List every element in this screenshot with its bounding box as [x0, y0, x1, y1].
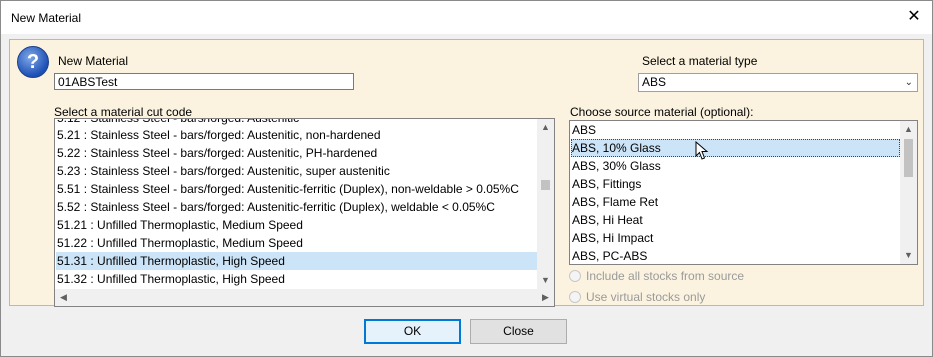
close-icon[interactable]: ✕	[902, 5, 926, 29]
material-name-input[interactable]: 01ABSTest	[54, 73, 354, 90]
mouse-cursor-icon	[695, 141, 709, 160]
cut-code-vertical-scrollbar[interactable]: ▲ ▼	[537, 119, 554, 289]
new-material-dialog: New Material ✕ ? New Material 01ABSTest …	[0, 0, 933, 357]
scroll-up-icon[interactable]: ▲	[900, 121, 917, 138]
include-all-radio[interactable]	[569, 270, 581, 282]
source-material-list[interactable]: ABS ABS, 10% Glass ABS, 30% Glass ABS, F…	[569, 120, 918, 265]
list-item[interactable]: 51.21 : Unfilled Thermoplastic, Medium S…	[56, 216, 537, 234]
chevron-down-icon: ⌄	[904, 77, 913, 88]
list-item[interactable]: ABS, Hi Impact	[571, 229, 900, 247]
list-item[interactable]: ABS	[571, 121, 900, 139]
scroll-down-icon[interactable]: ▼	[537, 272, 554, 289]
scroll-down-icon[interactable]: ▼	[900, 247, 917, 264]
ok-button[interactable]: OK	[364, 319, 461, 344]
list-item[interactable]: 5.51 : Stainless Steel - bars/forged: Au…	[56, 180, 537, 198]
new-material-label: New Material	[58, 54, 129, 68]
source-vertical-scrollbar[interactable]: ▲ ▼	[900, 121, 917, 264]
list-item[interactable]: 51.32 : Unfilled Thermoplastic, High Spe…	[56, 270, 537, 288]
close-button[interactable]: Close	[470, 319, 567, 344]
help-icon: ?	[17, 46, 49, 78]
cut-code-horizontal-scrollbar[interactable]: ◀ ▶	[55, 289, 554, 306]
list-item[interactable]: 5.22 : Stainless Steel - bars/forged: Au…	[56, 144, 537, 162]
list-item[interactable]: ABS, Fittings	[571, 175, 900, 193]
virtual-only-radio[interactable]	[569, 291, 581, 303]
list-item[interactable]: 5.52 : Stainless Steel - bars/forged: Au…	[56, 198, 537, 216]
cut-code-list[interactable]: 5.12 : Stainless Steel - bars/forged: Au…	[54, 118, 555, 307]
title-bar[interactable]: New Material ✕	[1, 1, 932, 34]
virtual-only-label: Use virtual stocks only	[586, 290, 706, 304]
list-item-selected[interactable]: ABS, 10% Glass	[571, 139, 900, 157]
content-panel: ? New Material 01ABSTest Select a materi…	[9, 39, 924, 307]
list-item[interactable]: ABS, Hi Heat	[571, 211, 900, 229]
list-item[interactable]: ABS, Flame Ret	[571, 193, 900, 211]
material-type-select[interactable]: ABS ⌄	[638, 73, 918, 92]
list-item[interactable]: 51.22 : Unfilled Thermoplastic, Medium S…	[56, 234, 537, 252]
window-title: New Material	[11, 11, 82, 25]
list-item-selected[interactable]: 51.31 : Unfilled Thermoplastic, High Spe…	[56, 252, 537, 270]
scroll-up-icon[interactable]: ▲	[537, 119, 554, 136]
scroll-thumb[interactable]	[904, 139, 913, 177]
list-item[interactable]: 5.21 : Stainless Steel - bars/forged: Au…	[56, 126, 537, 144]
scroll-left-icon[interactable]: ◀	[55, 289, 72, 306]
scroll-thumb[interactable]	[541, 180, 550, 190]
list-item[interactable]: ABS, 30% Glass	[571, 157, 900, 175]
cut-code-label: Select a material cut code	[54, 105, 193, 119]
material-type-label: Select a material type	[642, 54, 758, 68]
material-type-value: ABS	[642, 75, 667, 89]
list-item[interactable]: 5.23 : Stainless Steel - bars/forged: Au…	[56, 162, 537, 180]
list-item[interactable]: ABS, PC-ABS	[571, 247, 900, 264]
source-material-label: Choose source material (optional):	[570, 105, 754, 119]
include-all-label: Include all stocks from source	[586, 269, 745, 283]
scroll-right-icon[interactable]: ▶	[537, 289, 554, 306]
